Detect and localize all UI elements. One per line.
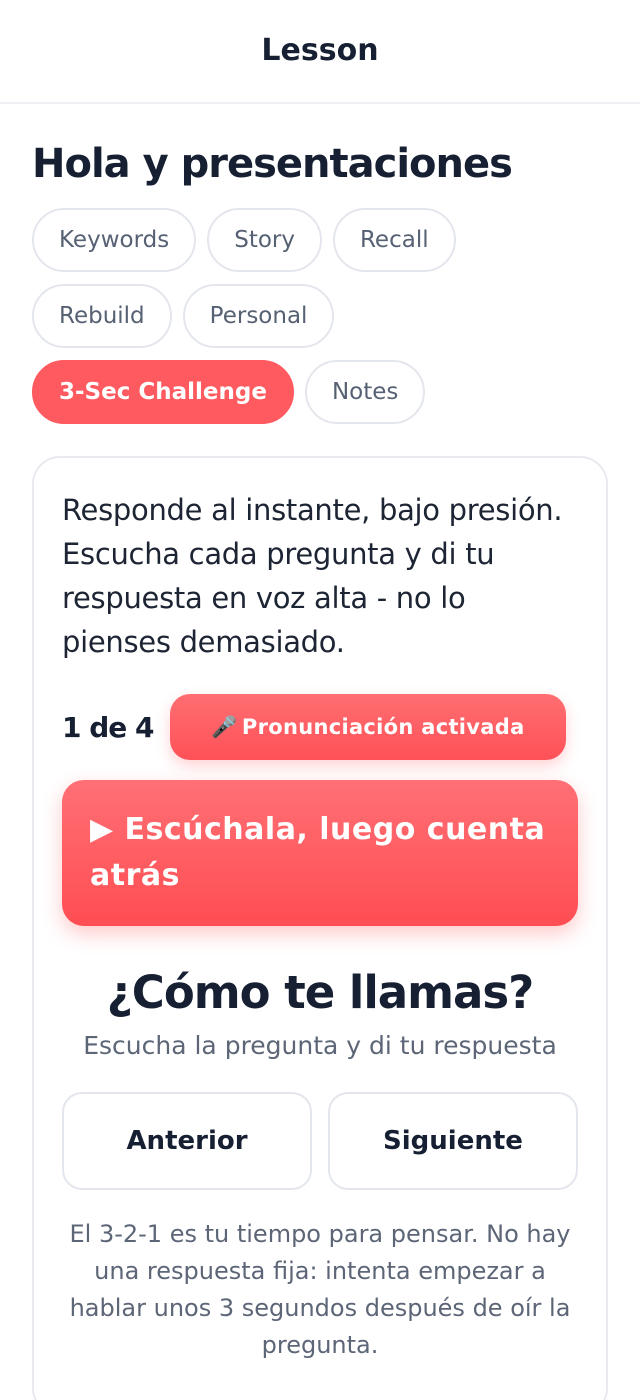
tab-3-sec-challenge[interactable]: 3-Sec Challenge xyxy=(32,360,294,424)
challenge-card: Responde al instante, bajo presión. Escu… xyxy=(32,456,608,1400)
next-button[interactable]: Siguiente xyxy=(328,1092,578,1190)
pronunciation-badge: 🎤 Pronunciación activada xyxy=(170,694,566,760)
lesson-screen: Lesson Hola y presentaciones Keywords St… xyxy=(0,0,640,1400)
timing-tip: El 3-2-1 es tu tiempo para pensar. No ha… xyxy=(69,1220,571,1359)
tab-recall[interactable]: Recall xyxy=(332,208,456,272)
previous-button[interactable]: Anterior xyxy=(62,1092,312,1190)
listen-countdown-button[interactable]: ▶ Escúchala, luego cuenta atrás xyxy=(62,780,578,926)
challenge-instructions: Responde al instante, bajo presión. Escu… xyxy=(62,493,563,659)
tab-rebuild[interactable]: Rebuild xyxy=(32,284,172,348)
lesson-content: Hola y presentaciones Keywords Story Rec… xyxy=(0,104,640,1400)
question-navigation: Anterior Siguiente xyxy=(62,1092,578,1190)
microphone-icon: 🎤 xyxy=(211,714,238,739)
lesson-title: Hola y presentaciones xyxy=(32,141,513,187)
listen-button-label: Escúchala, luego cuenta atrás xyxy=(90,812,546,893)
top-bar: Lesson xyxy=(0,0,640,104)
progress-row: 1 de 4 🎤 Pronunciación activada xyxy=(62,694,578,760)
tab-keywords[interactable]: Keywords xyxy=(32,208,197,272)
tab-story[interactable]: Story xyxy=(207,208,322,272)
question-text: ¿Cómo te llamas? xyxy=(106,966,535,1019)
play-icon: ▶ xyxy=(90,812,114,847)
tab-personal[interactable]: Personal xyxy=(182,284,335,348)
question-hint: Escucha la pregunta y di tu respuesta xyxy=(83,1031,557,1060)
question-progress: 1 de 4 xyxy=(62,710,155,744)
mode-tabs: Keywords Story Recall Rebuild Personal 3… xyxy=(32,208,502,424)
tab-notes[interactable]: Notes xyxy=(304,360,426,424)
pronunciation-badge-label: Pronunciación activada xyxy=(241,715,525,739)
header-title: Lesson xyxy=(261,32,379,68)
